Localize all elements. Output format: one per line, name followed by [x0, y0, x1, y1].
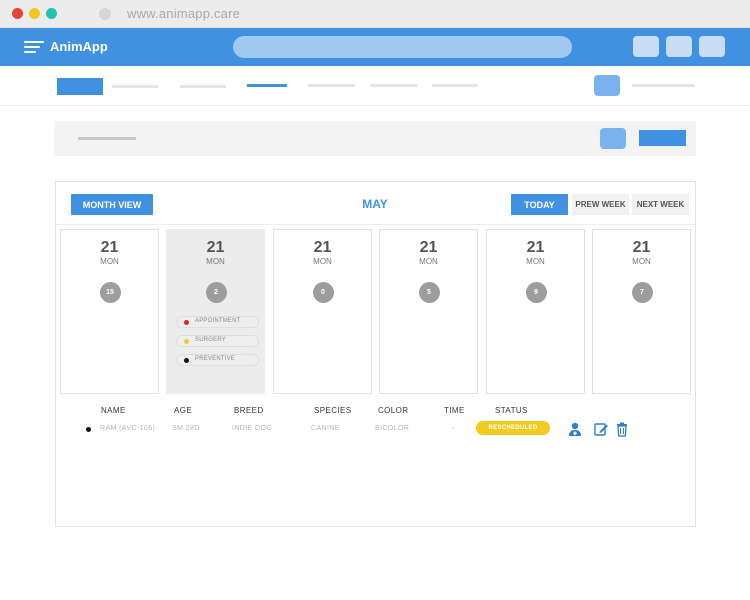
column-header-status[interactable]: STATUS [495, 406, 528, 415]
edit-icon[interactable] [593, 421, 609, 437]
legend-label: PREVENTIVE [195, 356, 236, 362]
column-header-species[interactable]: SPECIES [314, 406, 351, 415]
doctor-icon[interactable] [567, 421, 583, 437]
filter-options-button[interactable] [600, 128, 626, 149]
nav-tab-4[interactable] [370, 84, 417, 87]
filter-bar [54, 121, 696, 156]
column-header-time[interactable]: TIME [444, 406, 465, 415]
cell-name[interactable]: RAM (AVC-106) [100, 425, 155, 432]
day-weekday: MON [100, 257, 119, 266]
nav-tab-5[interactable] [432, 84, 478, 87]
legend-surgery[interactable]: SURGERY [176, 335, 259, 347]
day-column[interactable]: 21 MON 9 [486, 229, 585, 394]
appointment-count-badge: 9 [525, 282, 547, 303]
app-header: AnimApp [0, 28, 750, 66]
legend-preventive[interactable]: PREVENTIVE [176, 354, 259, 366]
cell-age: SM 28D [172, 425, 200, 432]
legend-label: SURGERY [195, 337, 226, 343]
divider [56, 224, 695, 225]
day-weekday: MON [632, 257, 651, 266]
nav-tab-active[interactable] [247, 84, 287, 87]
appointment-count-badge: 5 [418, 282, 440, 303]
column-header-breed[interactable]: BREED [234, 406, 264, 415]
cell-color: BICOLOR [375, 425, 410, 432]
day-column[interactable]: 21 MON 0 [273, 229, 372, 394]
appointment-count-badge: 2 [205, 282, 227, 303]
day-date: 21 [100, 239, 119, 256]
month-title: MAY [362, 197, 388, 211]
browser-toolbar: www.animapp.care [0, 0, 750, 28]
appointment-dot-icon [184, 320, 189, 325]
surgery-dot-icon [184, 339, 189, 344]
day-date: 21 [419, 239, 438, 256]
menu-icon[interactable] [24, 41, 44, 53]
calendar-panel: MONTH VIEW MAY TODAY PREW WEEK NEXT WEEK… [55, 181, 696, 527]
search-input[interactable] [233, 36, 572, 58]
cell-time: - [452, 425, 455, 432]
legend-appointment[interactable]: APPOINTMENT [176, 316, 259, 328]
appointment-count-badge: 0 [312, 282, 334, 303]
day-weekday: MON [206, 257, 225, 266]
nav-tab-2[interactable] [180, 85, 226, 88]
cell-breed: INDIE DOG [232, 425, 273, 432]
app-logo: AnimApp [50, 39, 108, 54]
filter-apply-button[interactable] [639, 130, 686, 146]
day-weekday: MON [526, 257, 545, 266]
window-maximize-button[interactable] [46, 8, 57, 19]
appointment-count-badge: 15 [99, 282, 121, 303]
day-date: 21 [526, 239, 545, 256]
nav-user-link[interactable] [632, 84, 695, 87]
appointment-count-badge: 7 [631, 282, 653, 303]
legend-label: APPOINTMENT [195, 318, 241, 324]
day-column[interactable]: 21 MON 5 [379, 229, 478, 394]
preventive-dot-icon [184, 358, 189, 363]
column-header-name[interactable]: NAME [101, 406, 126, 415]
cell-species: CANINE [311, 425, 340, 432]
status-badge: RESCHEDULED [476, 421, 550, 435]
day-column[interactable]: 21 MON 15 [60, 229, 159, 394]
day-column-selected[interactable]: 21 MON 2 APPOINTMENT SURGERY PREVENTIVE [166, 229, 265, 394]
row-bullet-icon [86, 427, 91, 432]
nav-action-button[interactable] [594, 75, 620, 96]
next-week-button[interactable]: NEXT WEEK [632, 194, 689, 215]
header-button-2[interactable] [666, 36, 692, 57]
day-column[interactable]: 21 MON 7 [592, 229, 691, 394]
column-header-age[interactable]: AGE [174, 406, 192, 415]
column-header-color[interactable]: COLOR [378, 406, 408, 415]
sub-navigation [0, 66, 750, 106]
day-date: 21 [313, 239, 332, 256]
address-bar[interactable]: www.animapp.care [127, 6, 240, 21]
month-view-button[interactable]: MONTH VIEW [71, 194, 153, 215]
window-close-button[interactable] [12, 8, 23, 19]
window-minimize-button[interactable] [29, 8, 40, 19]
trash-icon[interactable] [614, 421, 630, 437]
today-button[interactable]: TODAY [511, 194, 568, 215]
filter-title-placeholder [78, 137, 136, 140]
prev-week-button[interactable]: PREW WEEK [572, 194, 629, 215]
day-date: 21 [632, 239, 651, 256]
nav-primary-button[interactable] [57, 78, 103, 95]
day-weekday: MON [419, 257, 438, 266]
nav-tab-3[interactable] [308, 84, 355, 87]
nav-tab-1[interactable] [112, 85, 158, 88]
header-button-1[interactable] [633, 36, 659, 57]
day-weekday: MON [313, 257, 332, 266]
site-icon [99, 8, 111, 20]
day-date: 21 [206, 239, 225, 256]
header-button-3[interactable] [699, 36, 725, 57]
